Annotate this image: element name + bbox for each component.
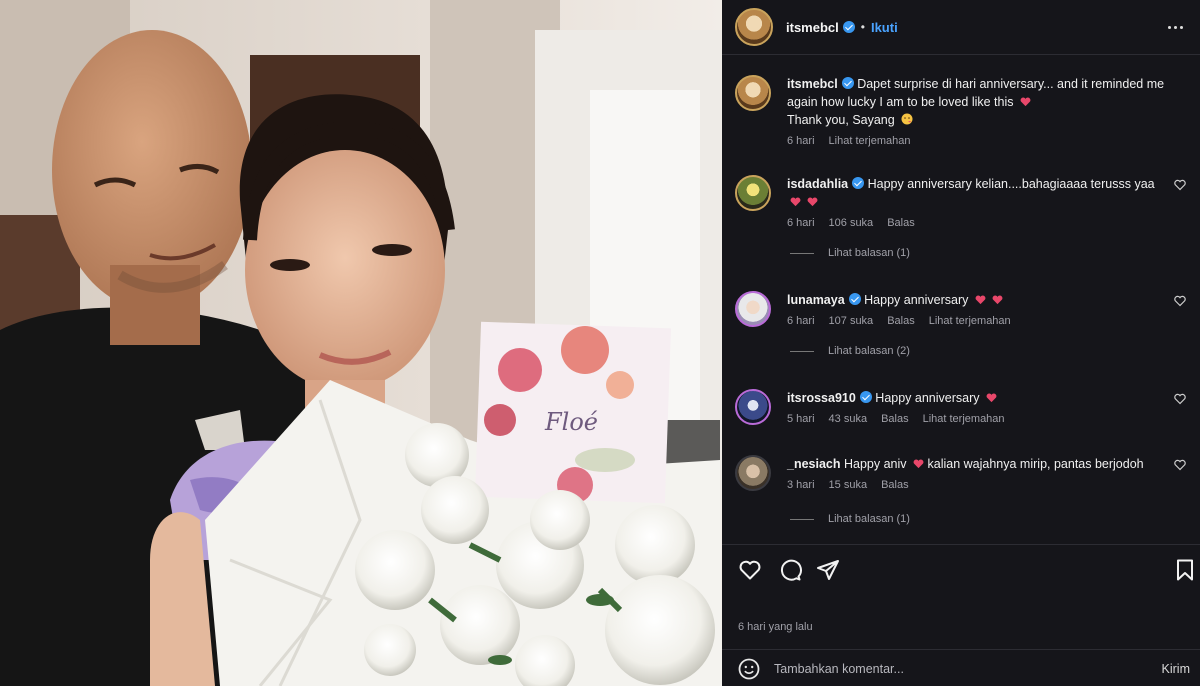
caption-text-line-2: Thank you, Sayang [787, 113, 895, 127]
comment-likes[interactable]: 107 suka [829, 315, 874, 327]
composer-divider [722, 649, 1200, 650]
couple-photo-illustration: Floé [0, 0, 722, 686]
comment-item: lunamaya Happy anniversary 6 hari 107 su… [735, 291, 1190, 357]
comment-text-continued: kalian wajahnya mirip, pantas berjodoh [927, 457, 1144, 471]
like-comment-heart-icon[interactable] [1174, 459, 1186, 471]
caption: itsmebcl Dapet surprise di hari annivers… [735, 75, 1190, 147]
comment-item: isdadahlia Happy anniversary kelian....b… [735, 175, 1190, 259]
translate-link[interactable]: Lihat terjemahan [929, 315, 1011, 327]
verified-badge-icon [859, 391, 872, 403]
separator-dot: • [860, 20, 865, 34]
pink-heart-emoji-icon [986, 393, 997, 403]
post-timestamp: 6 hari yang lalu [738, 621, 813, 633]
pink-heart-emoji-icon [975, 295, 986, 305]
verified-badge-icon [848, 293, 861, 305]
comment-likes[interactable]: 15 suka [829, 479, 868, 491]
reply-button[interactable]: Balas [881, 479, 909, 491]
send-icon[interactable] [816, 558, 840, 582]
pink-heart-emoji-icon [808, 197, 818, 207]
commenter-avatar[interactable] [735, 389, 771, 425]
comment-time: 6 hari [787, 315, 815, 327]
view-replies-button[interactable]: Lihat balasan (1) [790, 247, 1190, 259]
verified-badge-icon [841, 77, 854, 89]
comment-time: 5 hari [787, 413, 815, 425]
comment-icon[interactable] [778, 558, 802, 582]
commenter-avatar[interactable] [735, 455, 771, 491]
follow-button[interactable]: Ikuti [871, 20, 898, 35]
author-avatar[interactable] [735, 8, 773, 46]
reply-button[interactable]: Balas [887, 217, 915, 229]
comment-text: Happy aniv [844, 457, 907, 471]
caption-avatar[interactable] [735, 75, 771, 111]
author-username[interactable]: itsmebcl [786, 20, 839, 35]
comment-username[interactable]: itsrossa910 [787, 391, 856, 405]
comment-username[interactable]: isdadahlia [787, 177, 848, 191]
post-actions-bar [736, 558, 1193, 582]
comment-text: Happy anniversary [864, 293, 969, 307]
actions-divider [722, 544, 1200, 545]
comment-time: 3 hari [787, 479, 815, 491]
comment-item: _nesiach Happy aniv kalian wajahnya miri… [735, 455, 1190, 525]
like-comment-heart-icon[interactable] [1174, 295, 1186, 307]
comment-username[interactable]: lunamaya [787, 293, 845, 307]
reply-button[interactable]: Balas [881, 413, 909, 425]
post-side-panel: itsmebcl • Ikuti itsmebcl Dapet surprise… [722, 0, 1200, 686]
caption-time: 6 hari [787, 135, 815, 147]
kissing-face-emoji-icon [901, 113, 913, 125]
like-comment-heart-icon[interactable] [1174, 393, 1186, 405]
comment-username[interactable]: _nesiach [787, 457, 841, 471]
post-comment-button[interactable]: Kirim [1162, 662, 1190, 676]
comment-time: 6 hari [787, 217, 815, 229]
pink-heart-emoji-icon [1020, 97, 1031, 107]
comment-text: Happy anniversary [875, 391, 980, 405]
view-replies-button[interactable]: Lihat balasan (1) [790, 513, 1190, 525]
verified-badge-icon [852, 177, 865, 189]
bookmark-icon[interactable] [1173, 558, 1197, 582]
post-header: itsmebcl • Ikuti [722, 0, 1200, 54]
pink-heart-emoji-icon [790, 197, 801, 207]
pink-heart-emoji-icon [992, 295, 1003, 305]
comment-likes[interactable]: 106 suka [829, 217, 874, 229]
comment-composer: Kirim [722, 652, 1200, 686]
translate-link[interactable]: Lihat terjemahan [923, 413, 1005, 425]
commenter-avatar[interactable] [735, 291, 771, 327]
comment-likes[interactable]: 43 suka [829, 413, 868, 425]
verified-badge-icon [842, 21, 855, 33]
smiley-icon[interactable] [738, 658, 760, 680]
pink-heart-emoji-icon [913, 459, 924, 469]
comment-item: itsrossa910 Happy anniversary 5 hari 43 … [735, 389, 1190, 425]
more-options-icon[interactable] [1168, 18, 1186, 36]
comments-list[interactable]: itsmebcl Dapet surprise di hari annivers… [722, 55, 1200, 543]
caption-translate-link[interactable]: Lihat terjemahan [829, 135, 911, 147]
caption-username[interactable]: itsmebcl [787, 77, 838, 91]
post-photo[interactable]: Floé [0, 0, 722, 686]
commenter-avatar[interactable] [735, 175, 771, 211]
comment-text: Happy anniversary kelian....bahagiaaaa t… [867, 177, 1155, 191]
heart-icon[interactable] [738, 558, 762, 582]
reply-button[interactable]: Balas [887, 315, 915, 327]
like-comment-heart-icon[interactable] [1174, 179, 1186, 191]
comment-input[interactable] [774, 662, 1134, 676]
card-brand-text: Floé [544, 408, 598, 436]
view-replies-button[interactable]: Lihat balasan (2) [790, 345, 1190, 357]
